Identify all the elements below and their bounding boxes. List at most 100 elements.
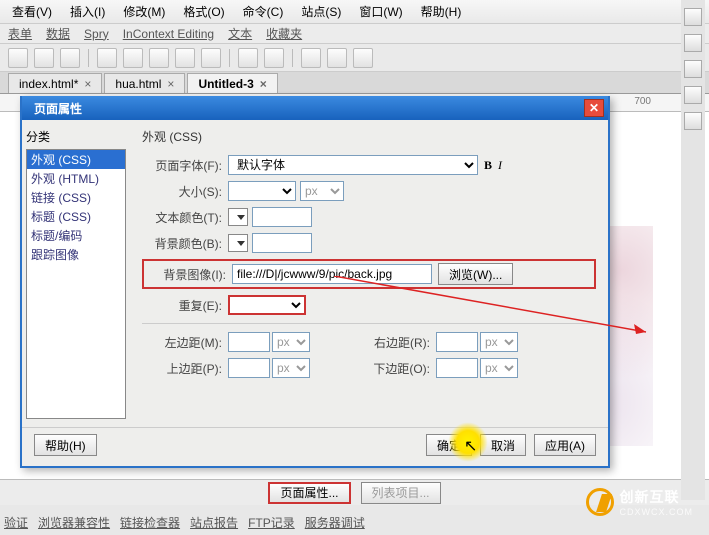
tb-icon-4[interactable]: [97, 48, 117, 68]
tb-icon-2[interactable]: [34, 48, 54, 68]
size-select[interactable]: [228, 181, 296, 201]
category-appearance-css[interactable]: 外观 (CSS): [27, 150, 125, 169]
tb-icon-3[interactable]: [60, 48, 80, 68]
tab-hua[interactable]: hua.html ×: [104, 73, 185, 93]
right-margin-label: 右边距(R):: [350, 334, 430, 351]
bgimage-input[interactable]: [232, 264, 432, 284]
help-button[interactable]: 帮助(H): [34, 434, 97, 456]
logo-mark-icon: [586, 488, 614, 516]
bgcolor-label: 背景颜色(B):: [142, 235, 222, 252]
apply-button[interactable]: 应用(A): [534, 434, 596, 456]
dialog-close-button[interactable]: ✕: [584, 99, 604, 117]
tb-icon-13[interactable]: [353, 48, 373, 68]
menu-modify[interactable]: 修改(M): [115, 1, 173, 22]
font-label: 页面字体(F):: [142, 157, 222, 174]
panel-icon-tag[interactable]: [684, 60, 702, 78]
toolbar-incontext[interactable]: InContext Editing: [123, 27, 214, 41]
italic-button[interactable]: I: [498, 158, 502, 173]
top-margin-label: 上边距(P):: [142, 360, 222, 377]
tab-browser-compat[interactable]: 浏览器兼容性: [38, 514, 110, 531]
menu-view[interactable]: 查看(V): [4, 1, 60, 22]
repeat-select[interactable]: [228, 295, 306, 315]
logo-text: 创新互联: [620, 489, 680, 505]
top-margin-unit[interactable]: px: [272, 358, 310, 378]
page-properties-button[interactable]: 页面属性...: [268, 482, 350, 504]
ok-button[interactable]: 确定: [426, 434, 472, 456]
left-margin-input[interactable]: [228, 332, 270, 352]
dialog-title: 页面属性: [34, 100, 82, 117]
textcolor-label: 文本颜色(T):: [142, 209, 222, 226]
panel-dock: [681, 0, 705, 500]
tab-label: hua.html: [115, 77, 161, 91]
bottom-margin-label: 下边距(O):: [350, 360, 430, 377]
cancel-button[interactable]: 取消: [480, 434, 526, 456]
bgcolor-input[interactable]: [252, 233, 312, 253]
font-select[interactable]: 默认字体: [228, 155, 478, 175]
browse-button[interactable]: 浏览(W)...: [438, 263, 513, 285]
bottom-margin-input[interactable]: [436, 358, 478, 378]
tb-icon-10[interactable]: [264, 48, 284, 68]
category-tracing-image[interactable]: 跟踪图像: [27, 245, 125, 264]
logo-subtext: CDXWCX.COM: [620, 507, 694, 517]
tb-icon-6[interactable]: [149, 48, 169, 68]
tab-validate[interactable]: 验证: [4, 514, 28, 531]
tb-icon-8[interactable]: [201, 48, 221, 68]
tab-server-debug[interactable]: 服务器调试: [305, 514, 365, 531]
left-margin-unit[interactable]: px: [272, 332, 310, 352]
tab-site-reports[interactable]: 站点报告: [190, 514, 238, 531]
list-item-button: 列表项目...: [361, 482, 441, 504]
panel-icon-files[interactable]: [684, 86, 702, 104]
category-links-css[interactable]: 链接 (CSS): [27, 188, 125, 207]
toolbar-text[interactable]: 文本: [228, 25, 252, 42]
toolbar-spry[interactable]: Spry: [84, 27, 109, 41]
tb-icon-5[interactable]: [123, 48, 143, 68]
panel-icon-ap[interactable]: [684, 34, 702, 52]
close-icon[interactable]: ×: [84, 77, 91, 91]
category-list[interactable]: 外观 (CSS) 外观 (HTML) 链接 (CSS) 标题 (CSS) 标题/…: [26, 149, 126, 419]
textcolor-swatch[interactable]: [228, 208, 248, 226]
panel-icon-assets[interactable]: [684, 112, 702, 130]
tab-ftp-log[interactable]: FTP记录: [248, 514, 295, 531]
toolbar-data[interactable]: 数据: [46, 25, 70, 42]
form-panel: 外观 (CSS) 页面字体(F): 默认字体 B I 大小(S): px 文本颜…: [130, 120, 608, 427]
tb-icon-7[interactable]: [175, 48, 195, 68]
separator: [88, 49, 89, 67]
tab-link-checker[interactable]: 链接检查器: [120, 514, 180, 531]
menu-format[interactable]: 格式(O): [175, 1, 232, 22]
size-unit[interactable]: px: [300, 181, 344, 201]
textcolor-input[interactable]: [252, 207, 312, 227]
repeat-label: 重复(E):: [142, 297, 222, 314]
category-appearance-html[interactable]: 外观 (HTML): [27, 169, 125, 188]
toolbar-fav[interactable]: 收藏夹: [266, 25, 302, 42]
category-title-encoding[interactable]: 标题/编码: [27, 226, 125, 245]
menu-site[interactable]: 站点(S): [293, 1, 349, 22]
category-headings-css[interactable]: 标题 (CSS): [27, 207, 125, 226]
tb-icon-1[interactable]: [8, 48, 28, 68]
panel-icon-css[interactable]: [684, 8, 702, 26]
menu-insert[interactable]: 插入(I): [62, 1, 113, 22]
menu-window[interactable]: 窗口(W): [351, 1, 410, 22]
dialog-titlebar[interactable]: 页面属性 ✕: [22, 96, 608, 120]
section-title: 外观 (CSS): [142, 128, 596, 145]
insert-toolbar: 表单 数据 Spry InContext Editing 文本 收藏夹: [0, 24, 709, 44]
tb-icon-9[interactable]: [238, 48, 258, 68]
menu-help[interactable]: 帮助(H): [413, 1, 470, 22]
close-icon[interactable]: ×: [260, 77, 267, 91]
bold-button[interactable]: B: [484, 158, 492, 173]
top-margin-input[interactable]: [228, 358, 270, 378]
tb-icon-11[interactable]: [301, 48, 321, 68]
close-icon[interactable]: ×: [167, 77, 174, 91]
right-margin-input[interactable]: [436, 332, 478, 352]
toolbar-form[interactable]: 表单: [8, 25, 32, 42]
tab-index[interactable]: index.html*×: [8, 73, 102, 93]
tab-untitled[interactable]: Untitled-3×: [187, 73, 277, 93]
results-tabs: 验证 浏览器兼容性 链接检查器 站点报告 FTP记录 服务器调试: [4, 514, 365, 531]
dialog-button-row: 帮助(H) 确定 取消 应用(A): [22, 427, 608, 466]
tb-icon-12[interactable]: [327, 48, 347, 68]
right-margin-unit[interactable]: px: [480, 332, 518, 352]
bottom-margin-unit[interactable]: px: [480, 358, 518, 378]
separator: [229, 49, 230, 67]
page-properties-dialog: 页面属性 ✕ 分类 外观 (CSS) 外观 (HTML) 链接 (CSS) 标题…: [20, 96, 610, 468]
menu-command[interactable]: 命令(C): [235, 1, 292, 22]
bgcolor-swatch[interactable]: [228, 234, 248, 252]
